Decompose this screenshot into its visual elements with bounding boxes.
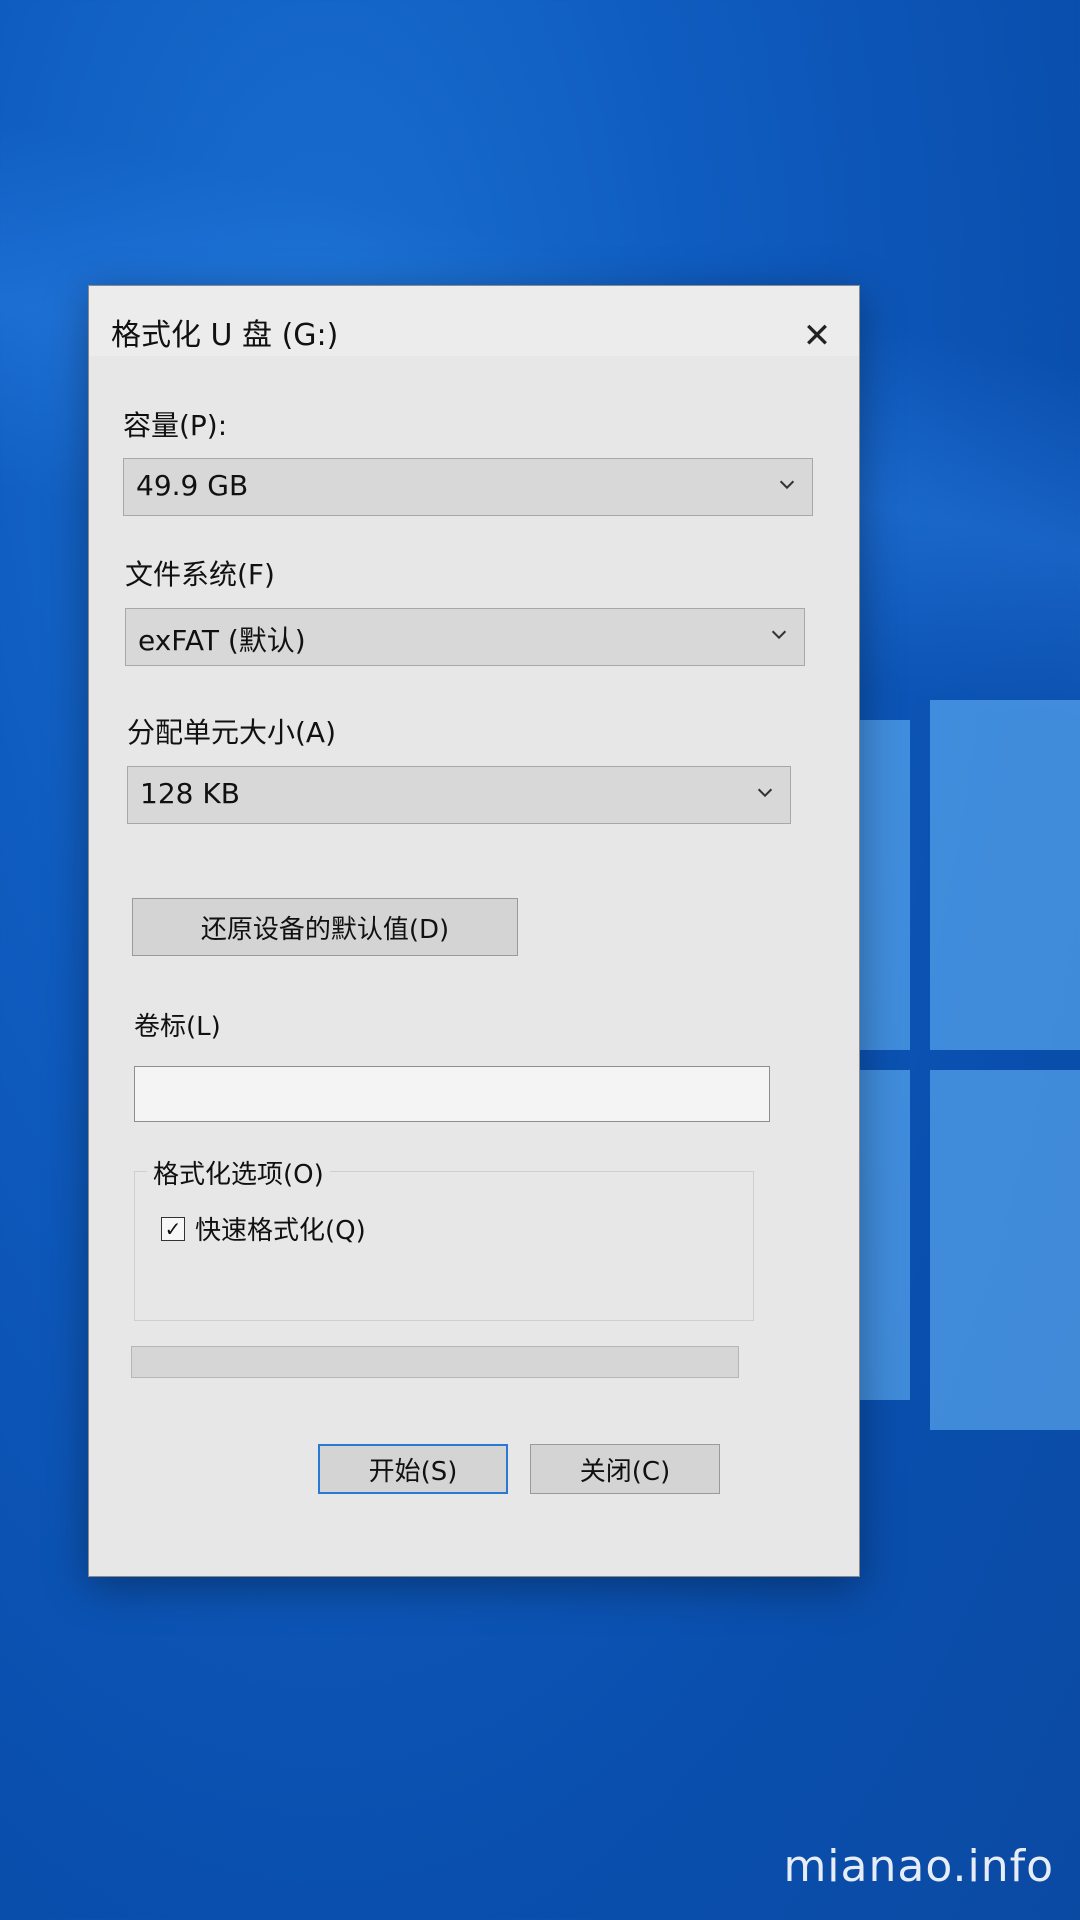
format-dialog: 格式化 U 盘 (G:) ✕ 容量(P): 49.9 GB 文件系统(F) ex… xyxy=(88,285,860,1577)
close-button[interactable]: 关闭(C) xyxy=(530,1444,720,1494)
dialog-title: 格式化 U 盘 (G:) xyxy=(111,318,339,353)
filesystem-value: exFAT (默认) xyxy=(138,624,306,657)
watermark: mianao.info xyxy=(783,1841,1054,1892)
dialog-titlebar: 格式化 U 盘 (G:) ✕ xyxy=(89,286,859,356)
volume-label-input[interactable] xyxy=(134,1066,770,1122)
capacity-label: 容量(P): xyxy=(123,409,228,442)
volume-label-label: 卷标(L) xyxy=(134,1012,221,1042)
allocation-dropdown[interactable]: 128 KB xyxy=(127,766,791,824)
close-icon[interactable]: ✕ xyxy=(797,316,837,356)
chevron-down-icon xyxy=(757,788,773,798)
windows-logo-pane xyxy=(930,700,1080,1050)
filesystem-dropdown[interactable]: exFAT (默认) xyxy=(125,608,805,666)
allocation-label: 分配单元大小(A) xyxy=(127,716,337,749)
checkmark-icon: ✓ xyxy=(164,1216,182,1241)
quick-format-checkbox[interactable]: ✓ xyxy=(161,1216,185,1241)
quick-format-label: 快速格式化(Q) xyxy=(195,1216,366,1246)
format-progress-bar xyxy=(131,1346,739,1378)
filesystem-label: 文件系统(F) xyxy=(125,558,275,591)
start-button[interactable]: 开始(S) xyxy=(318,1444,508,1494)
allocation-value: 128 KB xyxy=(140,777,240,810)
windows-logo-pane xyxy=(930,1070,1080,1430)
capacity-value: 49.9 GB xyxy=(136,469,249,502)
chevron-down-icon xyxy=(771,630,787,640)
capacity-dropdown[interactable]: 49.9 GB xyxy=(123,458,813,516)
quick-format-option[interactable]: ✓ 快速格式化(Q) xyxy=(161,1210,366,1247)
format-options-title: 格式化选项(O) xyxy=(147,1154,330,1191)
chevron-down-icon xyxy=(779,480,795,490)
restore-defaults-button[interactable]: 还原设备的默认值(D) xyxy=(132,898,518,956)
